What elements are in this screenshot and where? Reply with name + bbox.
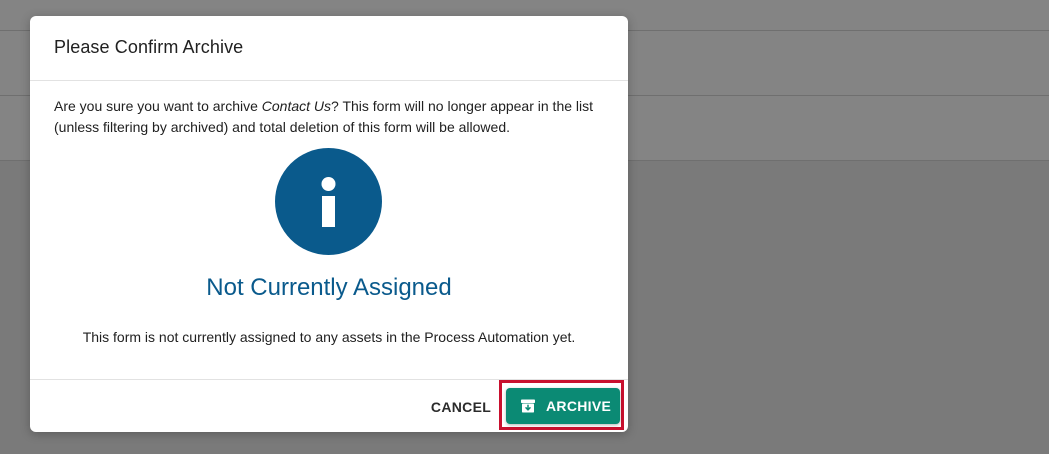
info-icon — [275, 148, 382, 255]
assignment-text: This form is not currently assigned to a… — [82, 329, 576, 345]
dialog-footer: CANCEL ARCHIVE — [30, 379, 628, 433]
archive-box-icon — [520, 398, 536, 414]
cancel-button[interactable]: CANCEL — [426, 397, 496, 417]
dialog-title: Please Confirm Archive — [54, 37, 244, 57]
message-prefix: Are you sure you want to archive — [54, 98, 262, 114]
confirm-archive-dialog: Please Confirm Archive Are you sure you … — [30, 16, 628, 432]
archive-button-label: ARCHIVE — [546, 398, 612, 414]
dialog-header: Please Confirm Archive — [30, 16, 628, 81]
archive-button[interactable]: ARCHIVE — [506, 388, 620, 424]
dialog-body: Are you sure you want to archive Contact… — [30, 81, 628, 379]
confirm-message: Are you sure you want to archive Contact… — [54, 96, 604, 138]
assignment-heading: Not Currently Assigned — [206, 274, 452, 301]
form-name: Contact Us — [261, 98, 332, 114]
